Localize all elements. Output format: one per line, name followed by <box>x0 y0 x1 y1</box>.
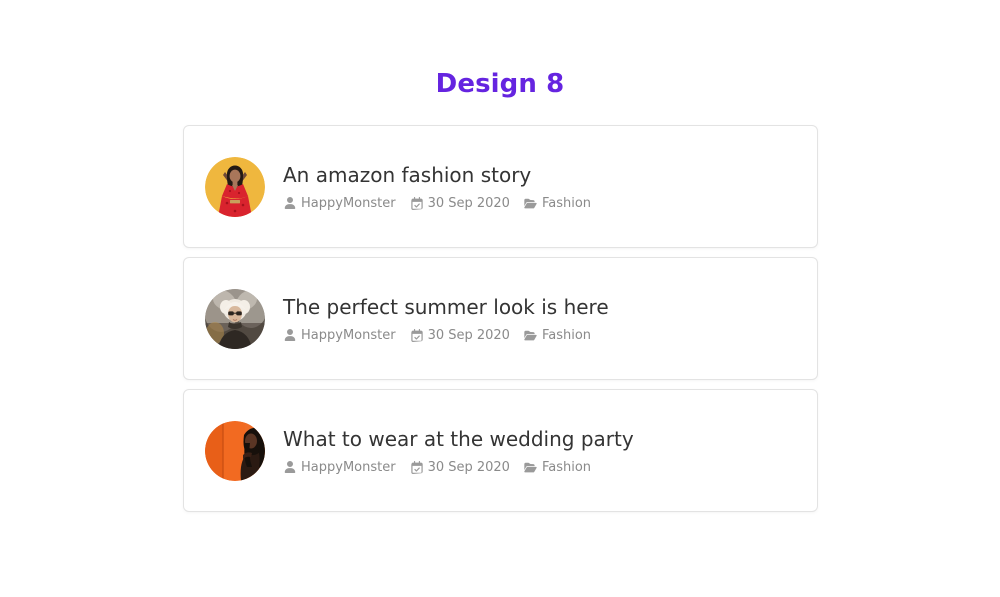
meta-date-text: 30 Sep 2020 <box>427 195 510 211</box>
folder-open-icon <box>524 196 538 210</box>
meta-category: Fashion <box>524 327 591 344</box>
meta-category: Fashion <box>524 195 591 212</box>
avatar-person-light-hair-image <box>205 288 265 349</box>
post-title[interactable]: The perfect summer look is here <box>283 294 796 320</box>
meta-category: Fashion <box>524 459 591 476</box>
post-card-body: An amazon fashion story HappyMonster 30 … <box>283 162 796 212</box>
avatar <box>205 288 265 349</box>
meta-date: 30 Sep 2020 <box>410 327 510 344</box>
meta-category-text: Fashion <box>541 195 592 211</box>
user-icon <box>283 196 297 210</box>
post-meta: HappyMonster 30 Sep 2020 Fashion <box>283 195 796 212</box>
calendar-check-icon <box>410 328 424 342</box>
user-icon <box>283 460 297 474</box>
page-root: Design 8 An amazon fashion story HappyMo… <box>0 0 1000 597</box>
post-card-body: The perfect summer look is here HappyMon… <box>283 294 796 344</box>
post-card[interactable]: An amazon fashion story HappyMonster 30 … <box>183 125 818 248</box>
post-card[interactable]: What to wear at the wedding party HappyM… <box>183 389 818 512</box>
avatar <box>205 420 265 481</box>
post-title[interactable]: An amazon fashion story <box>283 162 796 188</box>
folder-open-icon <box>524 328 538 342</box>
post-card-list: An amazon fashion story HappyMonster 30 … <box>183 125 818 521</box>
meta-author-text: HappyMonster <box>301 327 396 343</box>
user-icon <box>283 328 297 342</box>
post-meta: HappyMonster 30 Sep 2020 Fashion <box>283 327 796 344</box>
post-title[interactable]: What to wear at the wedding party <box>283 426 796 452</box>
meta-date-text: 30 Sep 2020 <box>427 459 510 475</box>
page-title: Design 8 <box>435 69 565 99</box>
post-card-body: What to wear at the wedding party HappyM… <box>283 426 796 476</box>
avatar-silhouette-orange-image <box>205 420 265 481</box>
meta-date: 30 Sep 2020 <box>410 195 510 212</box>
meta-author: HappyMonster <box>283 195 396 212</box>
meta-date: 30 Sep 2020 <box>410 459 510 476</box>
calendar-check-icon <box>410 196 424 210</box>
meta-author: HappyMonster <box>283 459 396 476</box>
avatar <box>205 156 265 217</box>
meta-category-text: Fashion <box>541 459 592 475</box>
calendar-check-icon <box>410 460 424 474</box>
meta-author-text: HappyMonster <box>301 459 396 475</box>
post-meta: HappyMonster 30 Sep 2020 Fashion <box>283 459 796 476</box>
meta-author-text: HappyMonster <box>301 195 396 211</box>
meta-date-text: 30 Sep 2020 <box>427 327 510 343</box>
post-card[interactable]: The perfect summer look is here HappyMon… <box>183 257 818 380</box>
meta-author: HappyMonster <box>283 327 396 344</box>
avatar-woman-red-dress-image <box>205 156 265 217</box>
meta-category-text: Fashion <box>541 327 592 343</box>
folder-open-icon <box>524 460 538 474</box>
